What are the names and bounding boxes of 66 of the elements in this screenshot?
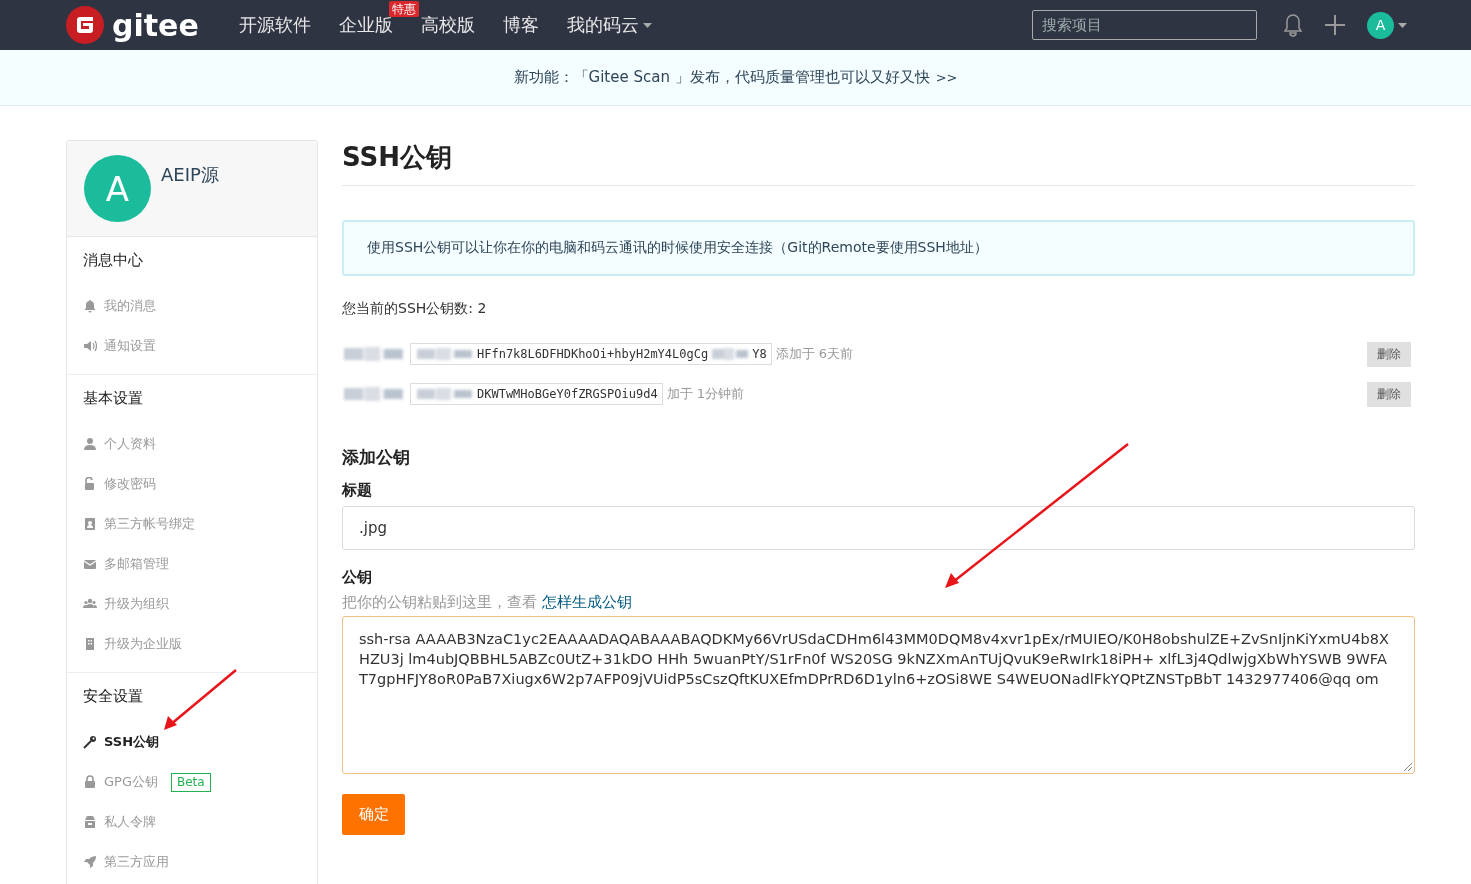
lock-icon [83, 775, 97, 789]
page-title: SSH公钥 [342, 140, 1415, 186]
sidebar-link[interactable]: 第三方帐号绑定 [104, 515, 195, 533]
sidebar-link[interactable]: 个人资料 [104, 435, 156, 453]
blurred-text [342, 385, 406, 403]
nav-link[interactable]: 开源软件 [238, 13, 311, 37]
field-label: 公钥 [342, 568, 373, 587]
logo-text[interactable]: gitee [112, 7, 199, 43]
sidebar-link[interactable]: 多邮箱管理 [104, 555, 169, 573]
bell-icon [83, 299, 97, 313]
blurred-text [415, 346, 475, 362]
field-label: 标题 [342, 481, 373, 500]
added-time: 添加于 6天前 [775, 345, 854, 363]
section-heading: 消息中心 [83, 251, 144, 270]
sidebar-link[interactable]: SSH公钥 [104, 733, 160, 751]
nav-link[interactable]: 博客 [502, 13, 539, 37]
key-text: DKWTwMHoBGeY0fZRGSPOiu9d4 [477, 387, 658, 401]
help-link[interactable]: 怎样生成公钥 [541, 593, 632, 611]
delete-button[interactable]: 删除 [1367, 381, 1411, 407]
sidebar-link[interactable]: GPG公钥 [104, 773, 158, 791]
blurred-text [342, 345, 406, 363]
sidebar-link[interactable]: 我的消息 [104, 297, 156, 315]
section-heading: 基本设置 [83, 389, 144, 408]
announcement-text: 新功能：「Gitee Scan 」发布，代码质量管理也可以又好又快 [513, 68, 930, 87]
key-text: Y8 [752, 347, 767, 361]
nav-link[interactable]: 高校版 [420, 13, 475, 37]
added-time: 加于 1分钟前 [666, 385, 745, 403]
speaker-icon [83, 339, 97, 353]
mail-icon [83, 557, 97, 571]
card-icon [83, 517, 97, 531]
key-text: HFfn7k8L6DFHDKhoOi+hbyH2mY4L0gCg [477, 347, 709, 361]
sidebar-link[interactable]: 升级为企业版 [104, 635, 182, 653]
sidebar-link[interactable]: 通知设置 [104, 337, 156, 355]
sidebar-link[interactable]: 私人令牌 [104, 813, 156, 831]
more-link[interactable]: >> [935, 70, 958, 85]
blurred-text [710, 346, 751, 362]
nav-link[interactable]: 我的码云 [566, 13, 639, 37]
key-icon [83, 735, 97, 749]
rocket-icon [83, 855, 97, 869]
building-icon [83, 637, 97, 651]
beta-tag: Beta [171, 772, 211, 792]
user-name[interactable]: AEIP源 [161, 163, 219, 222]
group-icon [83, 597, 97, 611]
sidebar-link[interactable]: 第三方应用 [104, 853, 169, 871]
confirm-button[interactable]: 确定 [342, 794, 405, 835]
unlock-icon [83, 477, 97, 491]
promo-tag: 特惠 [388, 1, 419, 17]
key-textarea[interactable]: ssh-rsa AAAAB3NzaC1yc2EAAAADAQABAAABAQDKMy66VrUSdaCDHm6l43MM0DQM8v4xvr1pEx/rMUIEO/K0H8obshulZE+ZvSnIjnKiYxmU4b8XHZU3j lm4ubJQBBHL5ABZc0UtZ+31kDO HHh 5wuanPtY/S1rFn0f WS20SG 9kNZXmAnTUjQvuK9eRwIrk18iPH+ xlfL3j4QdlwjgXbWhYSWB 9WFA T7gpHFJY8oR0PaB7Xiugx6W2p7AFP09jVUidP5sCszQftKUXEfmDPrRD6D1yln6+zOSi8WE S4WEUONadlFkYQPtZNSTpBbT 1432977406@qq om [342, 616, 1415, 774]
info-alert: 使用SSH公钥可以让你在你的电脑和码云通讯的时候使用安全连接（Git的Remote要使用SSH地址） [342, 220, 1415, 276]
key-count: 您当前的SSH公钥数: 2 [342, 300, 488, 318]
delete-button[interactable]: 删除 [1367, 341, 1411, 367]
plus-icon[interactable] [1325, 15, 1345, 35]
token-icon [83, 815, 97, 829]
gitee-logo-icon[interactable] [66, 6, 104, 44]
sidebar-link[interactable]: 修改密码 [104, 475, 156, 493]
blurred-text [415, 386, 475, 402]
section-heading: 添加公钥 [342, 446, 411, 469]
search-field[interactable]: 搜索项目 [1032, 10, 1257, 40]
hint-text: 把你的公钥粘贴到这里，查看 怎样生成公钥 [342, 593, 633, 612]
sidebar-link[interactable]: 升级为组织 [104, 595, 169, 613]
title-input[interactable]: .jpg [342, 506, 1415, 550]
caret-icon[interactable] [1398, 22, 1407, 28]
user-icon [83, 437, 97, 451]
bell-icon[interactable] [1283, 13, 1303, 37]
section-heading: 安全设置 [83, 687, 144, 706]
resize-handle-icon[interactable] [1403, 762, 1412, 771]
